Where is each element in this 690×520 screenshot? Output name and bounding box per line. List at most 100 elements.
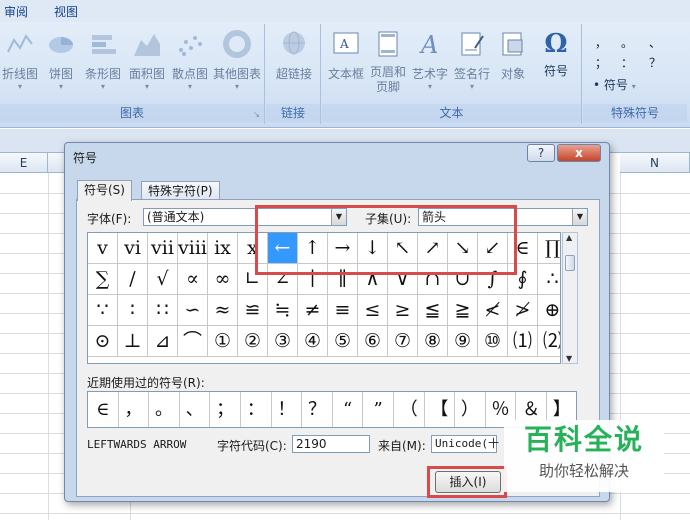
close-button[interactable]: x [557, 144, 601, 162]
insert-button[interactable]: 插入(I) [435, 471, 501, 493]
recent-symbol-cell[interactable]: ， [119, 392, 150, 427]
scatter-chart-button[interactable]: 散点图 ▾ [170, 28, 210, 91]
recent-symbol-cell[interactable]: ： [241, 392, 272, 427]
symbol-grid-scrollbar[interactable]: ▲ ▼ [562, 232, 578, 364]
symbol-cell[interactable]: ⊕ [538, 295, 560, 326]
recent-symbol-cell[interactable]: ； [210, 392, 241, 427]
object-button[interactable]: 对象 [494, 28, 532, 82]
special-symbol-0[interactable]: ， [595, 34, 607, 51]
symbol-cell[interactable]: ④ [298, 326, 328, 357]
dialog-launcher-icon[interactable]: ↘ [253, 110, 260, 119]
other-chart-button[interactable]: 其他图表 ▾ [210, 28, 264, 91]
symbol-cell[interactable]: ∕ [118, 264, 148, 295]
scroll-up-icon[interactable]: ▲ [566, 233, 572, 242]
symbol-cell[interactable]: ⑵ [538, 326, 560, 357]
character-code-input[interactable]: 2190 [292, 435, 370, 453]
help-button[interactable]: ? [527, 144, 555, 162]
recent-symbol-cell[interactable]: ∈ [88, 392, 119, 427]
symbol-cell[interactable]: ≮ [478, 295, 508, 326]
svg-text:A: A [339, 37, 349, 51]
symbol-cell[interactable]: ⑴ [508, 326, 538, 357]
symbol-cell[interactable]: vii [148, 233, 178, 264]
symbol-cell[interactable]: ∏ [538, 233, 560, 264]
recent-symbol-cell[interactable]: ” [363, 392, 394, 427]
symbol-cell[interactable]: ≠ [298, 295, 328, 326]
hyperlink-button[interactable]: 超链接 [269, 28, 319, 82]
subset-highlight-box [255, 205, 517, 275]
column-header-n[interactable]: N [620, 153, 690, 173]
symbol-cell[interactable]: v [88, 233, 118, 264]
bar-chart-label: 条形图 [84, 67, 121, 81]
column-header-e[interactable]: E [0, 153, 48, 173]
signature-line-button[interactable]: 签名行 ▾ [450, 28, 494, 91]
symbol-cell[interactable]: ⊿ [148, 326, 178, 357]
special-symbol-2[interactable]: 、 [649, 34, 661, 51]
symbol-cell[interactable]: ⑧ [418, 326, 448, 357]
symbol-cell[interactable]: ≧ [448, 295, 478, 326]
recent-symbol-cell[interactable]: “ [333, 392, 364, 427]
textbox-button[interactable]: A 文本框 [324, 28, 368, 82]
symbol-cell[interactable]: vi [118, 233, 148, 264]
special-symbol-1[interactable]: 。 [621, 34, 633, 51]
character-name: LEFTWARDS ARROW [87, 438, 187, 451]
special-symbol-dropdown[interactable]: • 符号 ▾ [593, 76, 636, 93]
tab-view[interactable]: 视图 [54, 3, 78, 20]
charts-group: 折线图 ▾ 饼图 ▾ 条形图 ▾ 面积图 ▾ 散点图 ▾ 其他图表 ▾ 图表 ↘ [0, 24, 265, 124]
recent-symbol-cell[interactable]: ！ [272, 392, 303, 427]
tab-special-characters[interactable]: 特殊字符(P) [141, 181, 220, 201]
symbol-cell[interactable]: ≌ [238, 295, 268, 326]
symbol-cell[interactable]: ⑥ [358, 326, 388, 357]
area-chart-button[interactable]: 面积图 ▾ [126, 28, 168, 91]
from-select[interactable]: Unicode(十 [431, 435, 499, 453]
tab-symbols[interactable]: 符号(S) [77, 180, 132, 201]
symbol-cell[interactable]: ≥ [388, 295, 418, 326]
recent-symbol-cell[interactable]: 、 [180, 392, 211, 427]
symbol-cell[interactable]: ⑤ [328, 326, 358, 357]
symbol-cell[interactable]: ⊥ [118, 326, 148, 357]
recent-symbol-cell[interactable]: ？ [302, 392, 333, 427]
symbol-cell[interactable]: ≡ [328, 295, 358, 326]
recent-symbol-cell[interactable]: （ [394, 392, 425, 427]
symbol-cell[interactable]: ∵ [88, 295, 118, 326]
symbol-cell[interactable]: ∽ [178, 295, 208, 326]
symbol-cell[interactable]: ix [208, 233, 238, 264]
symbol-cell[interactable]: ① [208, 326, 238, 357]
special-symbol-3[interactable]: ； [595, 54, 607, 71]
header-footer-button[interactable]: 页眉和页脚 [368, 28, 408, 95]
symbol-button[interactable]: Ω 符号 [534, 28, 578, 79]
symbol-cell[interactable]: ≯ [508, 295, 538, 326]
symbol-cell[interactable]: ≤ [358, 295, 388, 326]
tab-review[interactable]: 审阅 [4, 3, 28, 20]
scroll-down-icon[interactable]: ▼ [566, 354, 572, 363]
wordart-button[interactable]: A 艺术字 ▾ [410, 28, 450, 91]
symbol-cell[interactable]: ⑩ [478, 326, 508, 357]
area-chart-label: 面积图 [128, 67, 165, 81]
symbol-cell[interactable]: √ [148, 264, 178, 295]
symbol-cell[interactable]: ∞ [208, 264, 238, 295]
recent-symbol-cell[interactable]: 。 [149, 392, 180, 427]
special-symbol-4[interactable]: ： [621, 54, 633, 71]
symbol-cell[interactable]: ② [238, 326, 268, 357]
symbol-cell[interactable]: ∴ [538, 264, 560, 295]
symbol-cell[interactable]: ≒ [268, 295, 298, 326]
symbol-cell[interactable]: ⊙ [88, 326, 118, 357]
symbol-cell[interactable]: ∝ [178, 264, 208, 295]
scrollbar-thumb[interactable] [565, 255, 575, 271]
pie-chart-button[interactable]: 饼图 ▾ [42, 28, 80, 91]
symbol-cell[interactable]: ∑ [88, 264, 118, 295]
special-symbol-5[interactable]: ？ [649, 54, 661, 71]
symbol-cell[interactable]: ⑦ [388, 326, 418, 357]
symbol-cell[interactable]: viii [178, 233, 208, 264]
symbol-cell[interactable]: ⑨ [448, 326, 478, 357]
symbol-cell[interactable]: ≈ [208, 295, 238, 326]
recent-symbol-cell[interactable]: 【 [425, 392, 456, 427]
symbol-cell[interactable]: ∶ [118, 295, 148, 326]
symbol-cell[interactable]: ③ [268, 326, 298, 357]
bar-chart-button[interactable]: 条形图 ▾ [82, 28, 124, 91]
chevron-down-icon[interactable]: ▼ [572, 209, 587, 225]
symbol-cell[interactable]: ≦ [418, 295, 448, 326]
recent-symbol-cell[interactable]: ） [455, 392, 486, 427]
symbol-cell[interactable]: ∷ [148, 295, 178, 326]
line-chart-button[interactable]: 折线图 ▾ [0, 28, 40, 91]
symbol-cell[interactable]: ⌒ [178, 326, 208, 357]
